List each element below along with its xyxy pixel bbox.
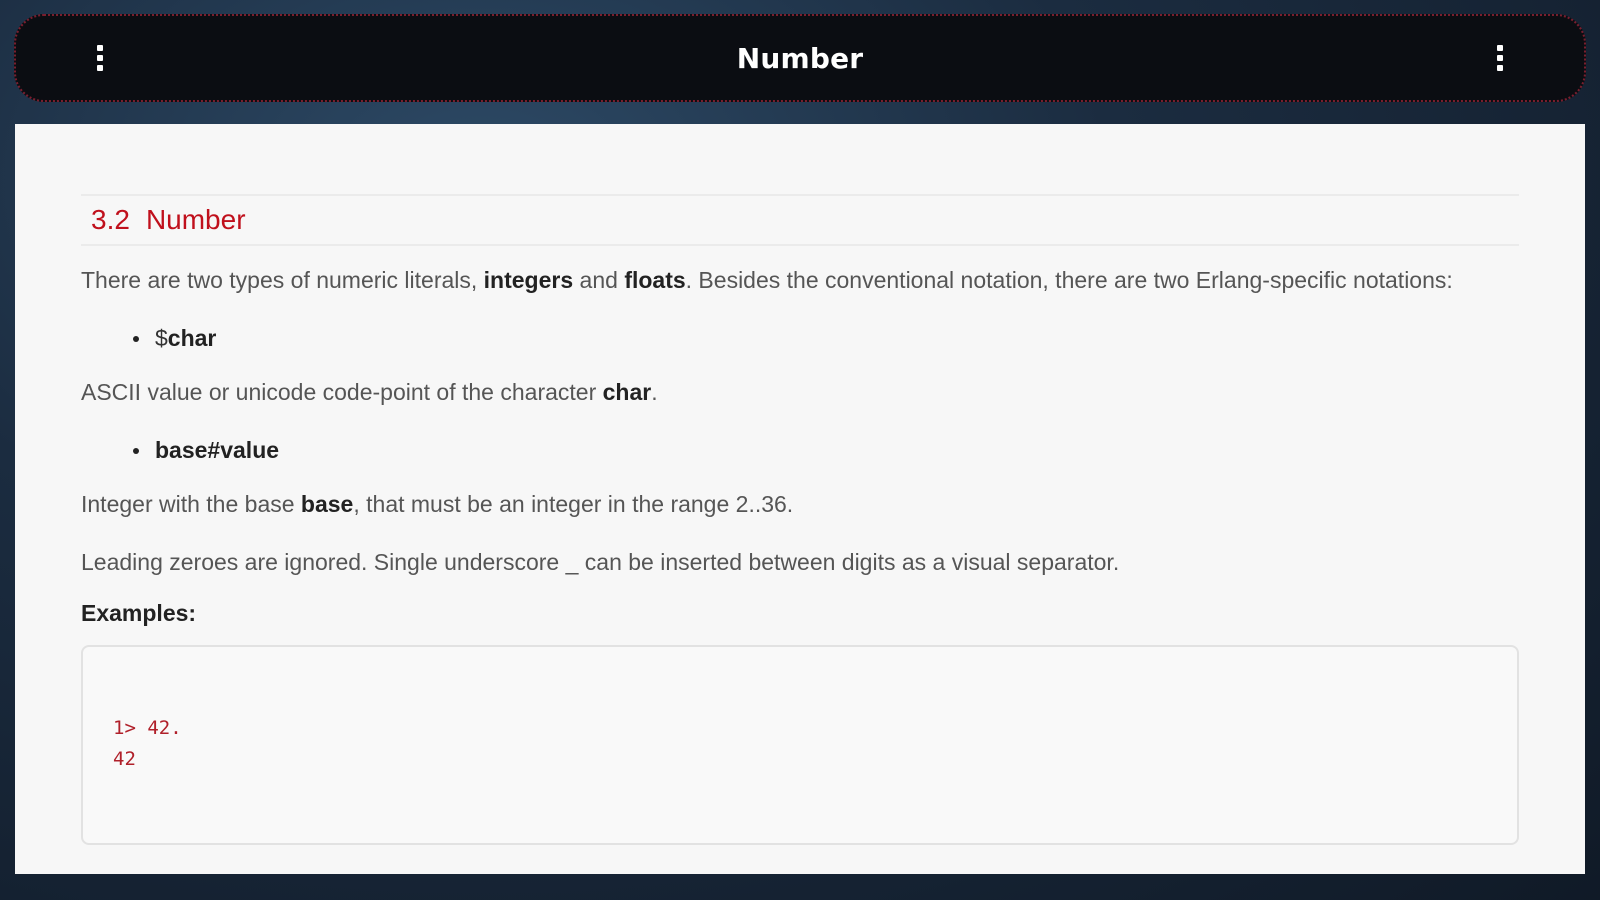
section-number: 3.2	[91, 204, 130, 235]
code-line: 1> 42.	[113, 717, 182, 739]
char-notation: char	[167, 325, 217, 351]
examples-label: Examples:	[81, 600, 197, 626]
char-desc-end: .	[651, 379, 658, 405]
left-menu-button[interactable]	[80, 38, 120, 78]
code-example-block: 1> 42. 42	[81, 645, 1519, 845]
notation-list-base: base#value	[81, 430, 1519, 470]
list-item: base#value	[133, 430, 1519, 470]
document-content: 3.2 Number There are two types of numeri…	[15, 124, 1585, 874]
intro-bold-floats: floats	[624, 267, 686, 293]
char-desc-text: ASCII value or unicode code-point of the…	[81, 379, 603, 405]
section-title: Number	[145, 204, 246, 235]
notation-list-char: $char	[81, 318, 1519, 358]
base-desc-end: , that must be an integer in the range 2…	[353, 491, 794, 517]
base-description: Integer with the base base, that must be…	[81, 484, 1519, 524]
intro-text-2: and	[573, 267, 625, 293]
base-desc-bold: base	[300, 491, 354, 517]
intro-text-1: There are two types of numeric literals,	[81, 267, 484, 293]
list-item: $char	[133, 318, 1519, 358]
app-title: Number	[736, 41, 864, 75]
intro-paragraph: There are two types of numeric literals,…	[81, 260, 1519, 300]
separator-note: Leading zeroes are ignored. Single under…	[81, 549, 1120, 575]
intro-text-3: . Besides the conventional notation, the…	[685, 267, 1453, 293]
app-toolbar: Number	[14, 14, 1586, 102]
section-heading: 3.2 Number	[81, 194, 1519, 246]
intro-bold-integers: integers	[483, 267, 574, 293]
base-notation: base#value	[155, 437, 280, 463]
char-desc-bold: char	[602, 379, 652, 405]
char-prefix: $	[155, 325, 168, 351]
overflow-menu-button[interactable]	[1480, 38, 1520, 78]
more-vertical-icon	[1497, 45, 1503, 71]
code-line: 42	[113, 748, 136, 770]
more-vertical-icon	[97, 45, 103, 71]
base-desc-text: Integer with the base	[81, 491, 301, 517]
char-description: ASCII value or unicode code-point of the…	[81, 372, 1519, 412]
